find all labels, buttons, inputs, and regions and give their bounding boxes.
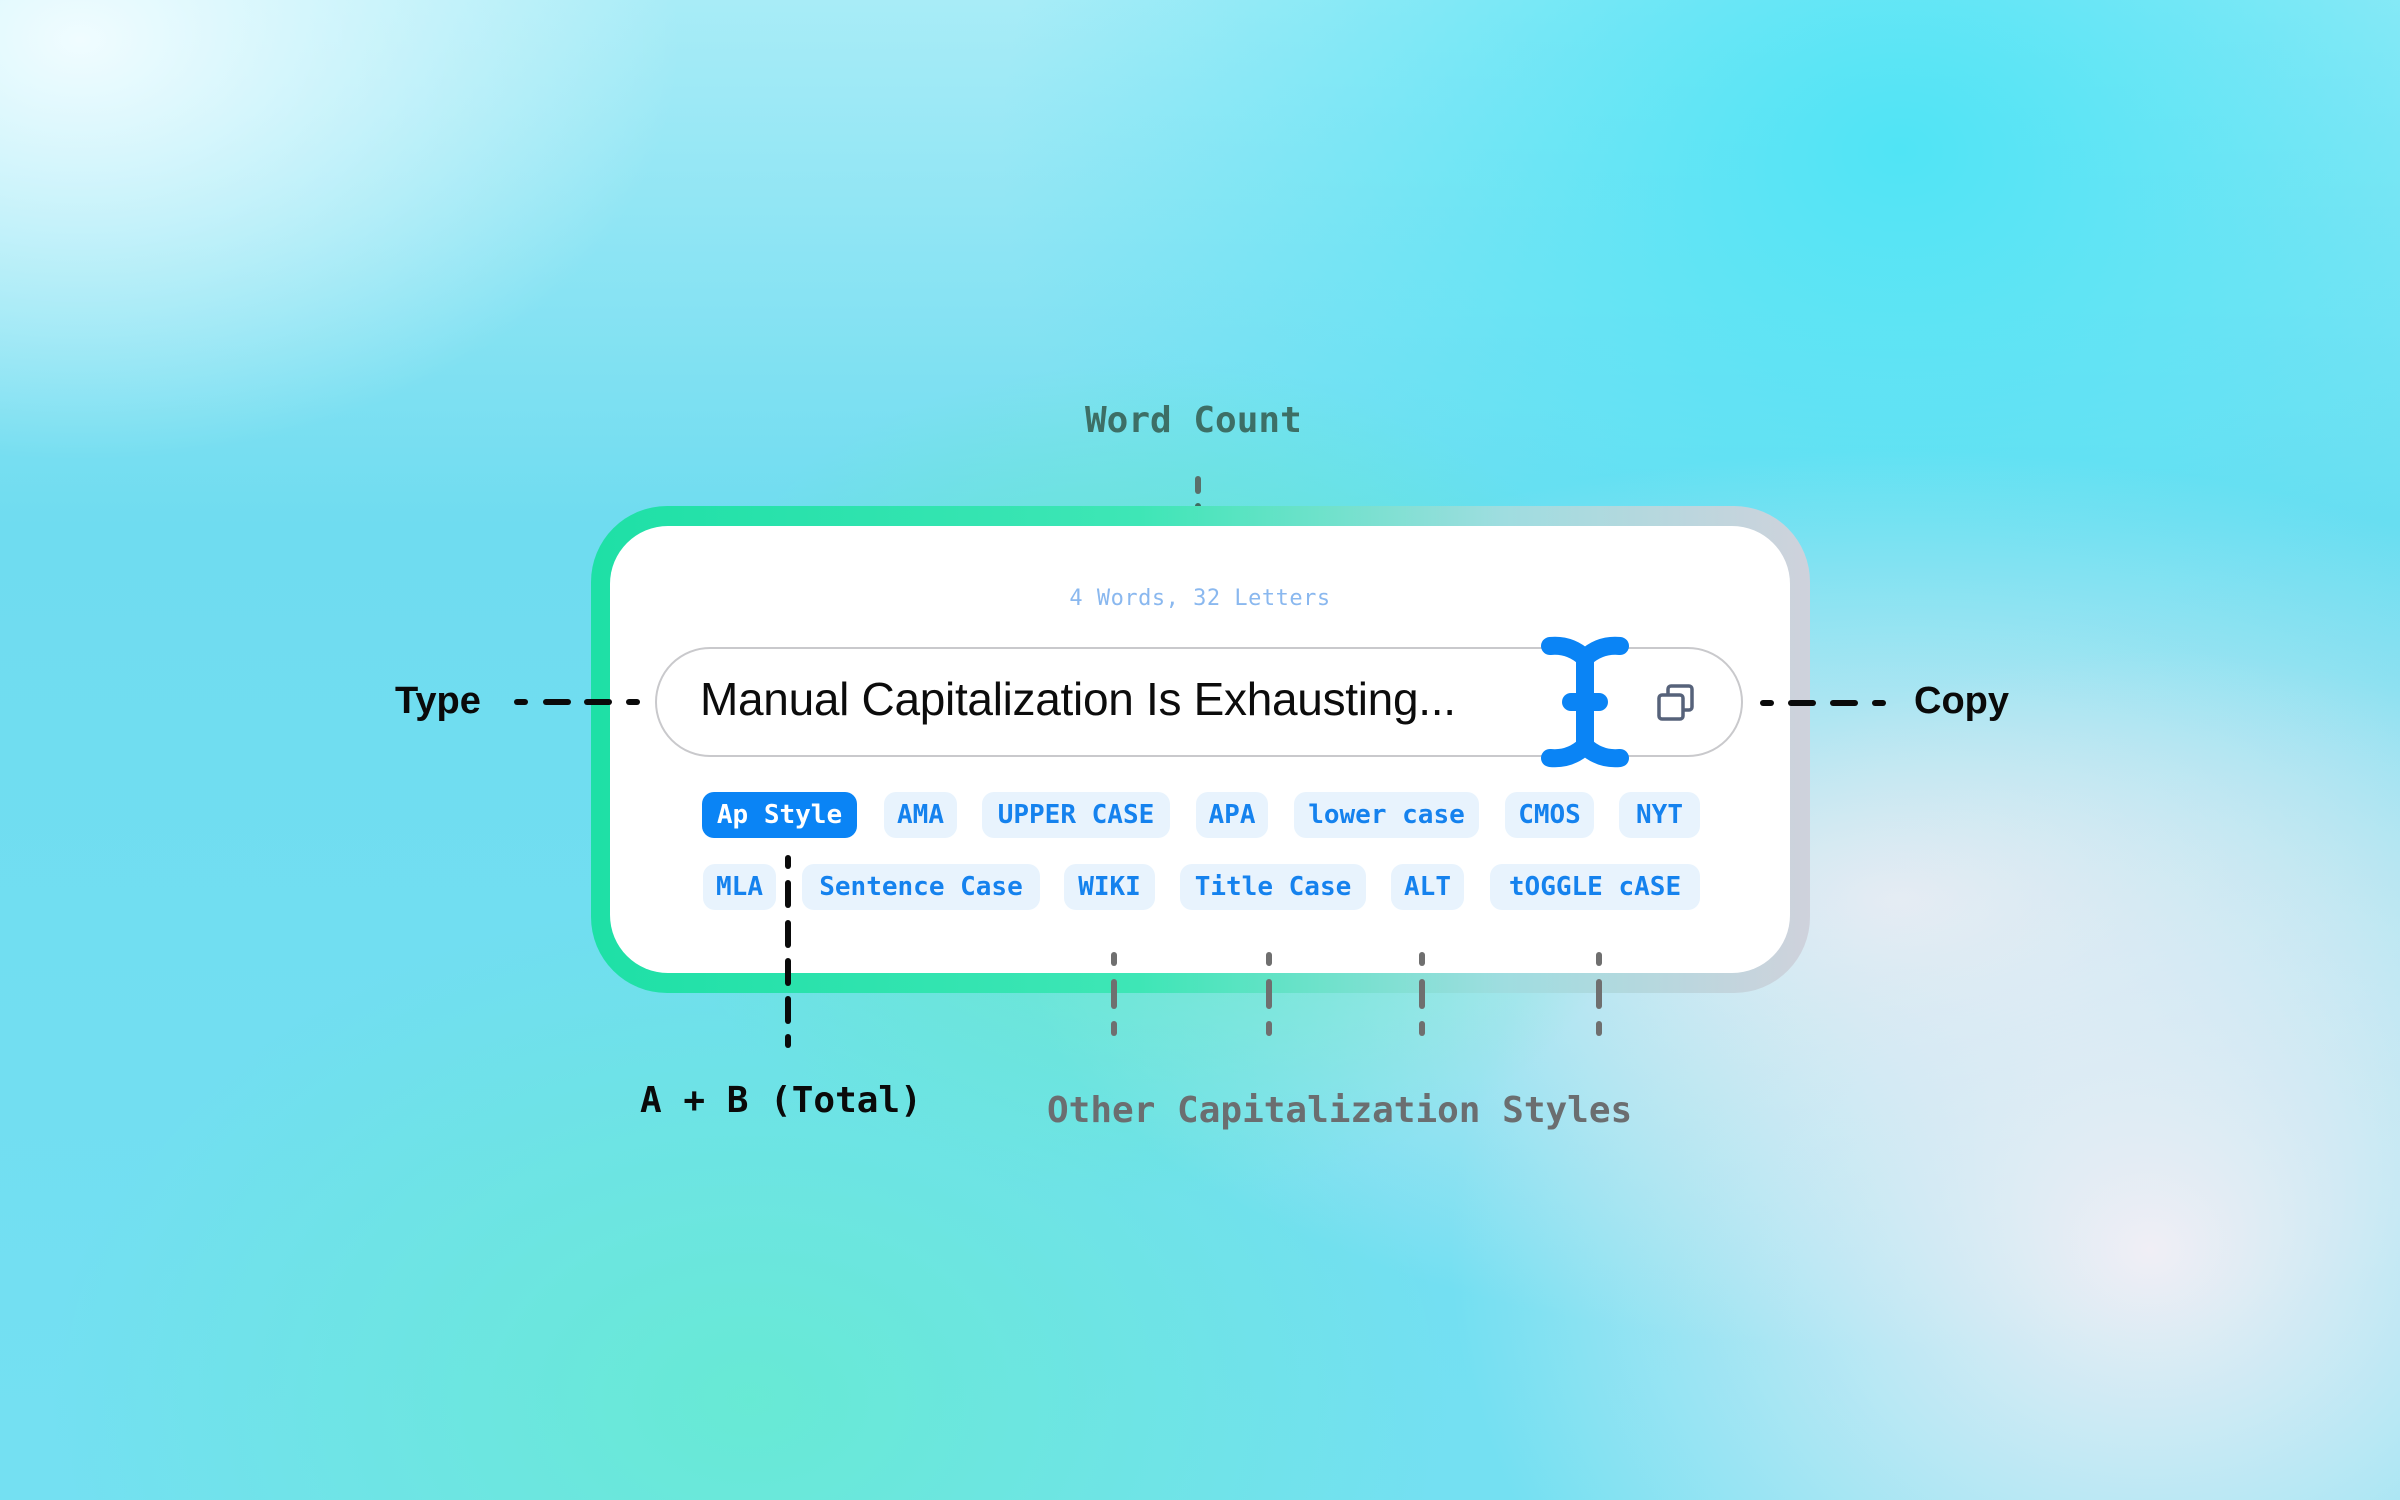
other-styles-connector-dash bbox=[1419, 952, 1425, 966]
style-chip-sentence-case[interactable]: Sentence Case bbox=[802, 864, 1040, 910]
word-count-connector-dash bbox=[1195, 476, 1201, 494]
text-cursor-icon bbox=[1541, 636, 1629, 768]
type-connector-dash bbox=[514, 699, 528, 705]
style-chip-upper-case[interactable]: UPPER CASE bbox=[982, 792, 1170, 838]
canvas: { "annotations": { "word_count": "Word C… bbox=[0, 0, 2400, 1500]
style-chip-lower-case[interactable]: lower case bbox=[1294, 792, 1479, 838]
other-styles-connector-dash bbox=[1596, 1021, 1602, 1036]
other-styles-connector-dash bbox=[1266, 1021, 1272, 1036]
total-connector-dash bbox=[785, 1034, 791, 1048]
other-styles-annotation: Other Capitalization Styles bbox=[1047, 1090, 1633, 1131]
total-connector-dash bbox=[785, 996, 791, 1024]
other-styles-connector-dash bbox=[1596, 979, 1602, 1009]
copy-icon[interactable] bbox=[1655, 682, 1697, 724]
style-chip-nyt[interactable]: NYT bbox=[1619, 792, 1700, 838]
other-styles-connector-dash bbox=[1111, 979, 1117, 1009]
style-chip-toggle-case[interactable]: tOGGLE cASE bbox=[1490, 864, 1700, 910]
style-chip-apa[interactable]: APA bbox=[1196, 792, 1268, 838]
copy-connector-dash bbox=[1788, 700, 1816, 706]
other-styles-connector-dash bbox=[1419, 1021, 1425, 1036]
other-styles-connector-dash bbox=[1266, 979, 1272, 1009]
type-connector-dash bbox=[584, 699, 612, 705]
type-connector-dash bbox=[543, 699, 571, 705]
total-connector-dash bbox=[785, 958, 791, 986]
style-chip-alt[interactable]: ALT bbox=[1391, 864, 1464, 910]
word-count-readout: 4 Words, 32 Letters bbox=[1069, 586, 1331, 611]
text-input-value[interactable]: Manual Capitalization Is Exhausting... bbox=[700, 672, 1456, 726]
other-styles-connector-dash bbox=[1111, 1021, 1117, 1036]
total-annotation: A + B (Total) bbox=[640, 1080, 922, 1121]
type-annotation: Type bbox=[395, 680, 481, 722]
other-styles-connector-dash bbox=[1266, 952, 1272, 966]
total-connector-dash bbox=[785, 880, 791, 908]
copy-connector-dash bbox=[1830, 700, 1858, 706]
word-count-annotation: Word Count bbox=[1085, 400, 1302, 441]
total-connector-dash bbox=[785, 855, 791, 869]
style-chip-title-case[interactable]: Title Case bbox=[1180, 864, 1366, 910]
copy-annotation: Copy bbox=[1914, 680, 2009, 722]
copy-connector-dash bbox=[1760, 700, 1774, 706]
other-styles-connector-dash bbox=[1111, 952, 1117, 966]
other-styles-connector-dash bbox=[1419, 979, 1425, 1009]
other-styles-connector-dash bbox=[1596, 952, 1602, 966]
style-chip-ama[interactable]: AMA bbox=[884, 792, 957, 838]
type-connector-dash bbox=[626, 699, 640, 705]
style-chip-cmos[interactable]: CMOS bbox=[1505, 792, 1594, 838]
style-chip-wiki[interactable]: WIKI bbox=[1064, 864, 1155, 910]
total-connector-dash bbox=[785, 920, 791, 948]
copy-connector-dash bbox=[1872, 700, 1886, 706]
style-chip-ap-style[interactable]: Ap Style bbox=[702, 792, 857, 838]
style-chip-mla[interactable]: MLA bbox=[703, 864, 776, 910]
